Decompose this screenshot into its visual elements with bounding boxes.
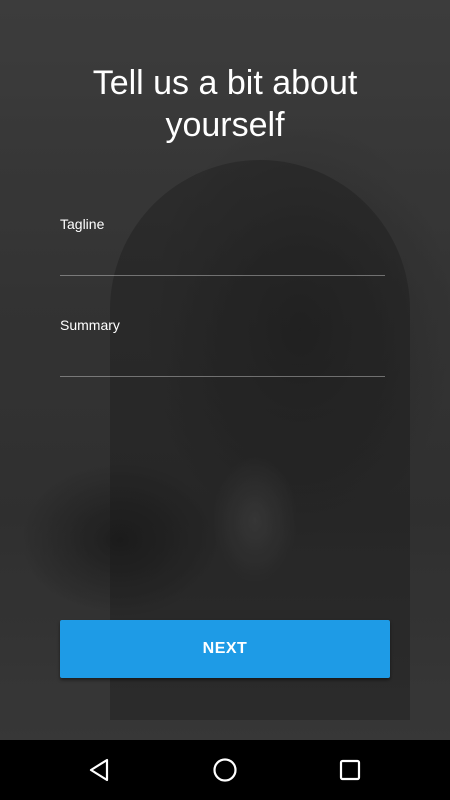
page-title: Tell us a bit about yourself (92, 64, 358, 144)
summary-label: Summary (60, 317, 120, 333)
tagline-label: Tagline (60, 216, 105, 232)
next-button[interactable]: NEXT (60, 620, 390, 678)
summary-field: Summary (60, 316, 385, 377)
recent-apps-icon (339, 759, 361, 781)
summary-input[interactable] (60, 342, 385, 377)
onboarding-screen: Tell us a bit about yourself Tagline Sum… (0, 0, 450, 800)
system-navigation-bar (0, 740, 450, 800)
recent-apps-button[interactable] (320, 740, 380, 800)
tagline-input[interactable] (60, 241, 385, 276)
back-icon (89, 758, 109, 782)
back-button[interactable] (70, 740, 130, 800)
tagline-field: Tagline (60, 215, 385, 276)
home-icon (213, 758, 237, 782)
home-button[interactable] (195, 740, 255, 800)
